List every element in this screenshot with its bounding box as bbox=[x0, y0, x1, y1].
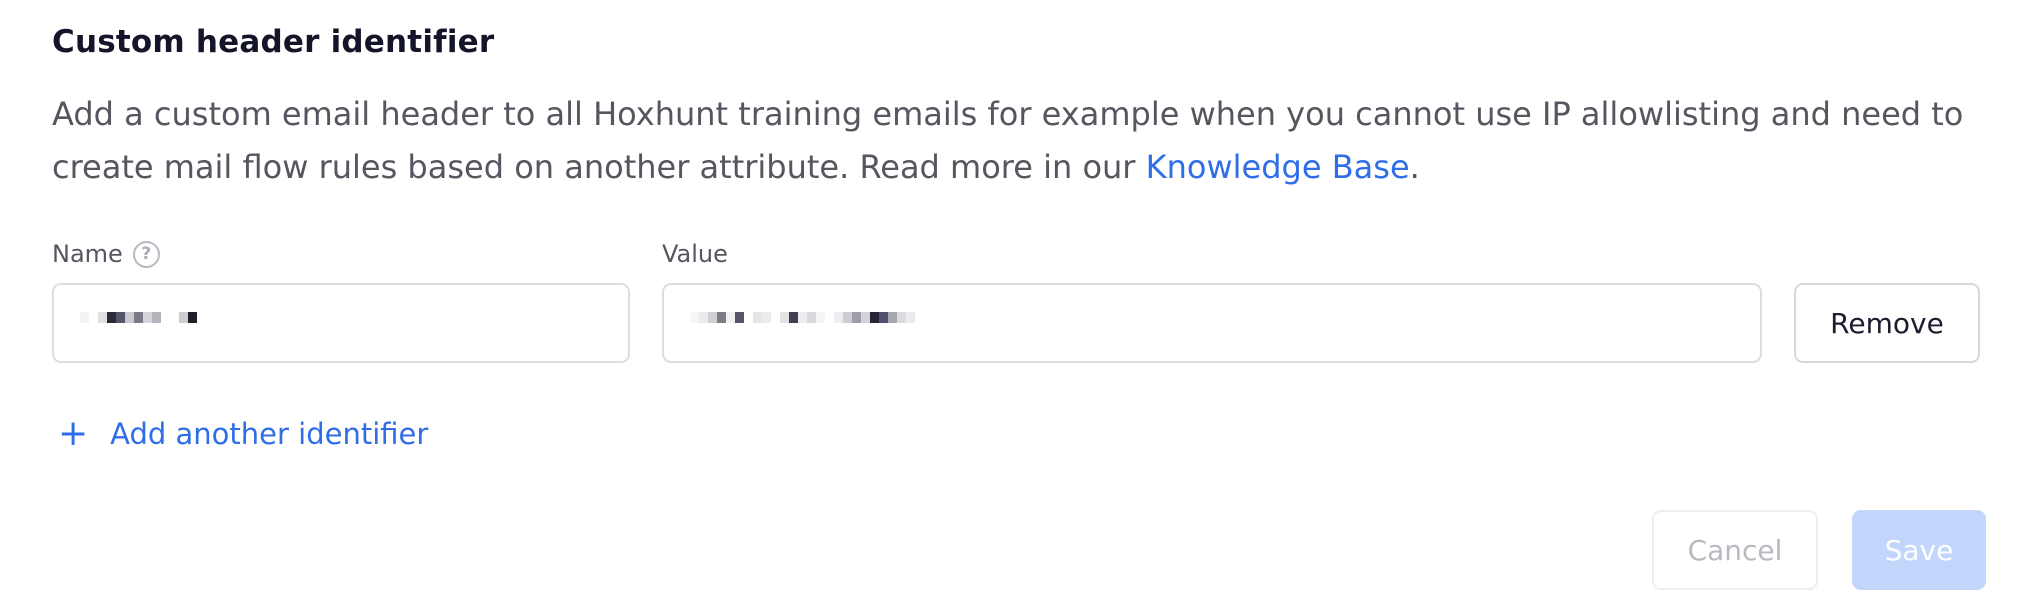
section-title: Custom header identifier bbox=[52, 24, 495, 60]
name-label-text: Name bbox=[52, 240, 123, 268]
question-circle-icon[interactable]: ? bbox=[132, 240, 160, 268]
description-end: . bbox=[1409, 148, 1420, 186]
redacted-name-value bbox=[80, 312, 197, 334]
remove-button[interactable]: Remove bbox=[1794, 283, 1980, 363]
name-field-label: Name ? bbox=[52, 240, 160, 268]
value-label-text: Value bbox=[662, 240, 728, 268]
plus-icon: + bbox=[58, 413, 89, 454]
knowledge-base-link[interactable]: Knowledge Base bbox=[1146, 148, 1410, 186]
custom-header-section: Custom header identifier Add a custom em… bbox=[52, 0, 1986, 614]
section-description: Add a custom email header to all Hoxhunt… bbox=[52, 88, 1992, 194]
description-text: Add a custom email header to all Hoxhunt… bbox=[52, 95, 1964, 186]
value-field-label: Value bbox=[662, 240, 728, 268]
cancel-button[interactable]: Cancel bbox=[1652, 510, 1818, 590]
add-identifier-label: Add another identifier bbox=[110, 417, 429, 451]
save-button[interactable]: Save bbox=[1852, 510, 1986, 590]
value-input[interactable] bbox=[662, 283, 1762, 363]
add-another-identifier-link[interactable]: + Add another identifier bbox=[58, 416, 428, 452]
redacted-value-value bbox=[690, 312, 915, 334]
name-input[interactable] bbox=[52, 283, 630, 363]
